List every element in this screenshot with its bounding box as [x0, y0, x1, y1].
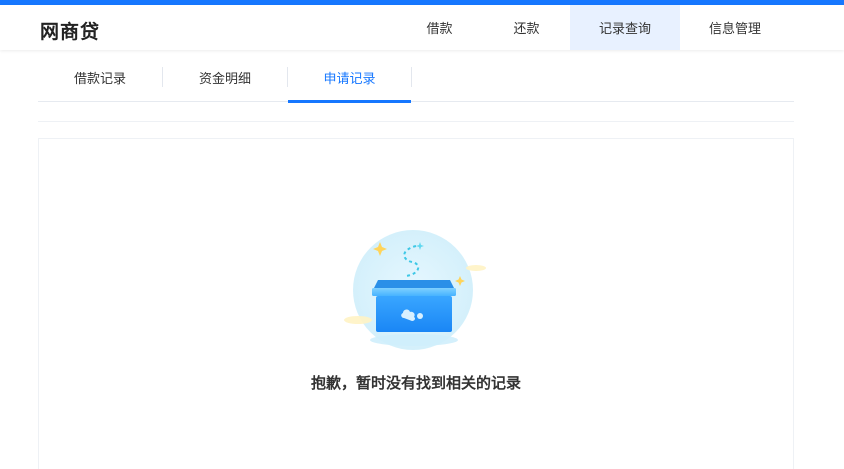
tab-application-records[interactable]: 申请记录 — [288, 52, 411, 103]
header: 网商贷 借款 还款 记录查询 信息管理 — [0, 5, 844, 50]
tab-divider — [411, 67, 412, 87]
empty-state-message: 抱歉，暂时没有找到相关的记录 — [310, 374, 521, 392]
empty-box-icon — [344, 230, 486, 350]
logo[interactable]: 网商贷 — [40, 17, 100, 44]
nav-item-repay[interactable]: 还款 — [483, 5, 570, 50]
nav-item-info-management[interactable]: 信息管理 — [680, 5, 790, 50]
records-subtabs: 借款记录 资金明细 申请记录 — [38, 52, 794, 103]
section-divider — [38, 121, 794, 122]
tab-loan-records[interactable]: 借款记录 — [38, 52, 162, 102]
main-nav: 借款 还款 记录查询 信息管理 — [396, 5, 790, 50]
nav-item-records[interactable]: 记录查询 — [570, 5, 680, 50]
tab-fund-details[interactable]: 资金明细 — [163, 52, 287, 102]
nav-item-borrow[interactable]: 借款 — [396, 5, 483, 50]
